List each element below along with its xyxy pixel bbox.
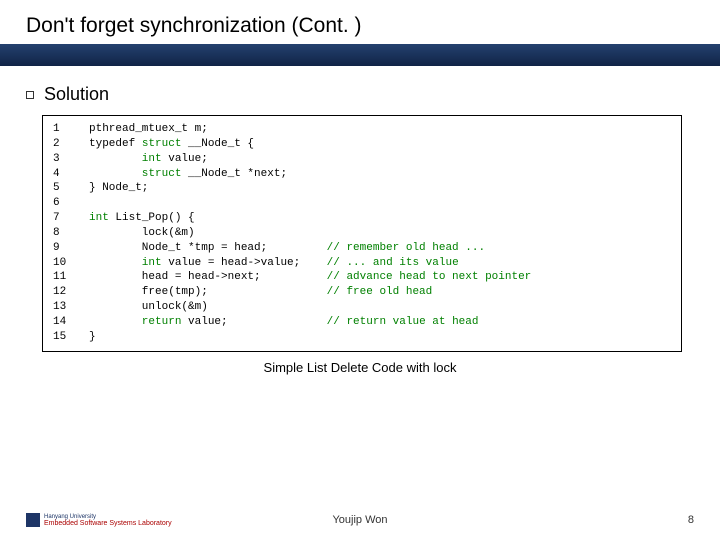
slide: Don't forget synchronization (Cont. ) So… — [0, 0, 720, 540]
keyword: int — [89, 153, 162, 165]
title-bar — [0, 44, 720, 66]
code-line: typedef — [89, 138, 142, 150]
code-line: Node_t *tmp = head; — [89, 242, 327, 254]
code-line: free(tmp); — [89, 286, 327, 298]
footer-logo: Hanyang University Embedded Software Sys… — [26, 513, 172, 527]
keyword: struct — [89, 168, 181, 180]
line-numbers: 1 2 3 4 5 6 7 8 9 10 11 12 13 14 15 — [53, 122, 89, 345]
logo-line2: Embedded Software Systems Laboratory — [44, 520, 172, 527]
footer: Hanyang University Embedded Software Sys… — [0, 514, 720, 526]
body: Solution 1 2 3 4 5 6 7 8 9 10 11 12 13 1… — [0, 66, 720, 375]
logo-text: Hanyang University Embedded Software Sys… — [44, 514, 172, 527]
code-line: List_Pop() { — [109, 212, 195, 224]
code-line: value; — [181, 316, 326, 328]
caption: Simple List Delete Code with lock — [26, 360, 694, 375]
comment: // return value at head — [327, 316, 479, 328]
page-number: 8 — [688, 514, 694, 526]
logo-icon — [26, 513, 40, 527]
bullet-icon — [26, 91, 34, 99]
keyword: struct — [142, 138, 182, 150]
comment: // free old head — [327, 286, 433, 298]
code-line: value = head->value; — [162, 257, 327, 269]
keyword: int — [89, 212, 109, 224]
title-area: Don't forget synchronization (Cont. ) — [0, 0, 720, 44]
section-label: Solution — [44, 84, 109, 105]
comment: // remember old head ... — [327, 242, 485, 254]
code-line: __Node_t *next; — [181, 168, 287, 180]
code-line: unlock(&m) — [89, 301, 208, 313]
section-heading: Solution — [26, 84, 694, 105]
code-line: lock(&m) — [89, 227, 195, 239]
comment: // ... and its value — [327, 257, 459, 269]
code-line: } Node_t; — [89, 182, 148, 194]
keyword: return — [89, 316, 181, 328]
footer-author: Youjip Won — [332, 514, 387, 526]
code-content: pthread_mtuex_t m; typedef struct __Node… — [89, 122, 531, 345]
code-box: 1 2 3 4 5 6 7 8 9 10 11 12 13 14 15 pthr… — [42, 115, 682, 352]
code-line: __Node_t { — [181, 138, 254, 150]
code-line: head = head->next; — [89, 271, 327, 283]
code-line: } — [89, 331, 96, 343]
keyword: int — [89, 257, 162, 269]
slide-title: Don't forget synchronization (Cont. ) — [26, 14, 694, 38]
code-line: value; — [162, 153, 208, 165]
code-line: pthread_mtuex_t m; — [89, 123, 208, 135]
comment: // advance head to next pointer — [327, 271, 532, 283]
